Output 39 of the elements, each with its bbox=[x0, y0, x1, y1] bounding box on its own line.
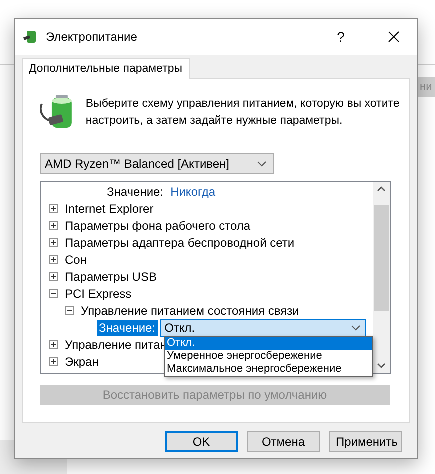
tree-item[interactable]: PCI Express bbox=[63, 286, 134, 302]
tree-item[interactable]: Параметры фона рабочего стола bbox=[63, 218, 253, 234]
window-title: Электропитание bbox=[46, 30, 138, 44]
plan-dropdown[interactable]: AMD Ryzen™ Balanced [Активен] bbox=[40, 153, 274, 174]
expand-icon[interactable] bbox=[49, 272, 58, 281]
setting-value[interactable]: Никогда bbox=[170, 184, 216, 198]
dialog-button[interactable]: Отмена bbox=[247, 431, 320, 452]
dialog-button[interactable]: Применить bbox=[329, 431, 402, 452]
tab[interactable]: Дополнительные параметры bbox=[22, 58, 190, 79]
expand-icon[interactable] bbox=[49, 221, 58, 230]
scroll-down-icon[interactable] bbox=[377, 363, 386, 369]
expand-icon[interactable] bbox=[49, 255, 58, 264]
value-dropdown[interactable]: Откл. bbox=[160, 318, 366, 336]
expand-icon[interactable] bbox=[49, 204, 58, 213]
description-text: Выберите схему управления питанием, которую вы хотите настроить, а затем задайте нужные параметры. bbox=[86, 97, 401, 129]
expand-icon[interactable] bbox=[49, 340, 58, 349]
close-icon bbox=[388, 31, 400, 43]
chevron-down-icon bbox=[257, 160, 267, 166]
tree-item[interactable]: Параметры USB bbox=[63, 268, 159, 284]
battery-plug-icon bbox=[23, 29, 39, 45]
tree-item[interactable]: Internet Explorer bbox=[63, 200, 156, 216]
collapse-icon[interactable] bbox=[65, 306, 74, 315]
dropdown-option[interactable]: Откл. bbox=[165, 337, 372, 350]
help-button[interactable]: ? bbox=[318, 19, 364, 55]
tree-item[interactable]: Управление питанием состояния связи bbox=[79, 302, 302, 318]
expand-icon[interactable] bbox=[49, 238, 58, 247]
tree-item[interactable]: Сон bbox=[63, 252, 89, 268]
collapse-icon[interactable] bbox=[49, 289, 58, 298]
chevron-down-icon bbox=[350, 324, 361, 330]
scroll-up-icon[interactable] bbox=[377, 186, 386, 192]
tree-item[interactable]: Параметры адаптера беспроводной сети bbox=[63, 234, 297, 250]
setting-label: Значение: bbox=[106, 184, 165, 200]
setting-label[interactable]: Значение: bbox=[97, 320, 158, 336]
dialog-button[interactable]: OK bbox=[165, 431, 238, 452]
tree-item[interactable]: Экран bbox=[63, 354, 101, 370]
dropdown-option[interactable]: Максимальное энергосбережение bbox=[165, 363, 372, 376]
dropdown-option[interactable]: Умеренное энергосбережение bbox=[165, 350, 372, 363]
scrollbar[interactable] bbox=[373, 182, 390, 373]
expand-icon[interactable] bbox=[49, 357, 58, 366]
